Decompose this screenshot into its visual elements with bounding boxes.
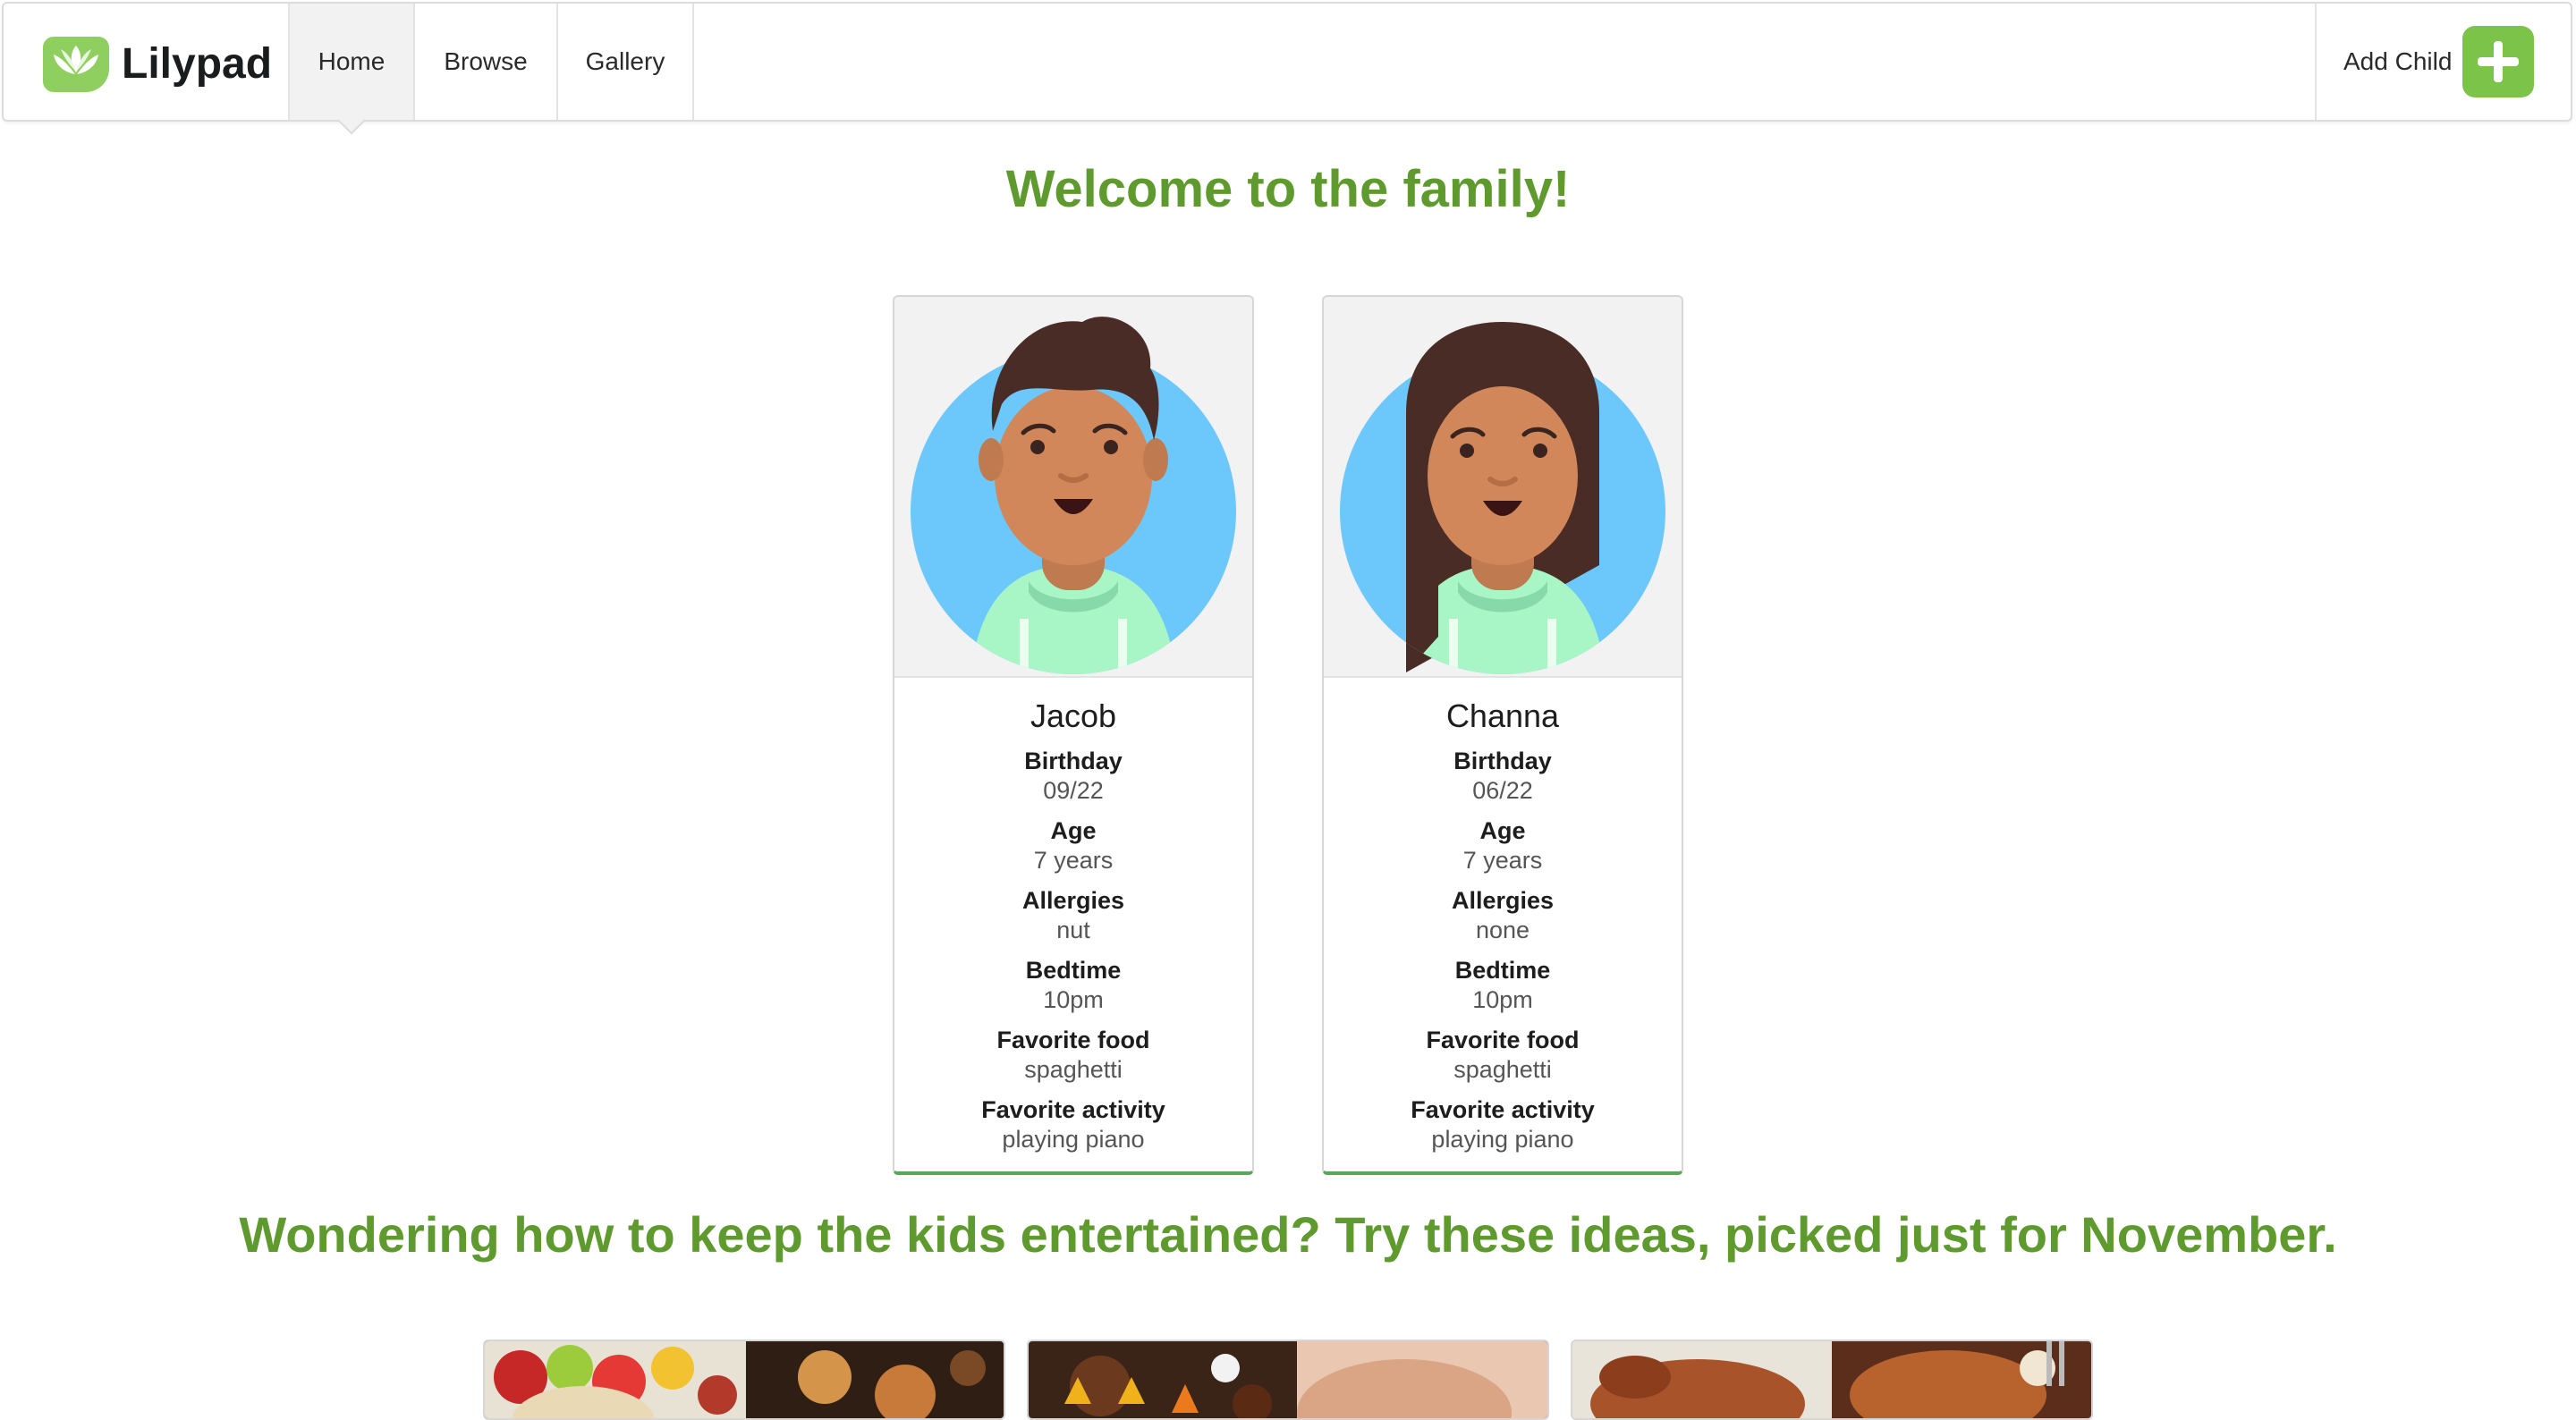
field-value: 10pm <box>1472 986 1533 1013</box>
field-label: Bedtime <box>1454 957 1551 984</box>
idea-thumbnail[interactable] <box>1571 1340 2093 1420</box>
nav-gallery-label: Gallery <box>585 47 665 75</box>
lotus-icon <box>43 37 109 92</box>
field-age: Age 7 years <box>894 816 1252 875</box>
field-age: Age 7 years <box>1324 816 1682 875</box>
child-card-channa[interactable]: Channa Birthday 06/22 Age 7 years Allerg… <box>1322 295 1683 1175</box>
field-allergies: Allergies none <box>1324 885 1682 944</box>
field-value: 7 years <box>1462 847 1543 874</box>
avatar <box>1324 297 1682 678</box>
field-label: Favorite activity <box>1411 1096 1595 1123</box>
field-label: Allergies <box>1021 887 1125 914</box>
field-label: Favorite food <box>1426 1027 1580 1053</box>
idea-thumbnail[interactable] <box>1027 1340 1549 1420</box>
boy-avatar-icon <box>911 317 1236 674</box>
field-label: Allergies <box>1451 887 1555 914</box>
field-birthday: Birthday 06/22 <box>1324 746 1682 805</box>
field-favorite-food: Favorite food spaghetti <box>1324 1025 1682 1084</box>
field-value: playing piano <box>1431 1126 1574 1153</box>
avatar <box>894 297 1252 678</box>
idea-thumbnail[interactable] <box>483 1340 1005 1420</box>
child-card-jacob[interactable]: Jacob Birthday 09/22 Age 7 years Allergi… <box>893 295 1254 1175</box>
field-value: playing piano <box>1002 1126 1145 1153</box>
nav-browse-label: Browse <box>444 47 528 75</box>
field-favorite-activity: Favorite activity playing piano <box>894 1095 1252 1154</box>
field-bedtime: Bedtime 10pm <box>894 955 1252 1014</box>
child-name: Jacob <box>1030 697 1117 734</box>
field-label: Age <box>1050 817 1097 844</box>
field-label: Birthday <box>1024 748 1123 774</box>
brand-logo-link[interactable]: Lilypad <box>41 30 272 97</box>
field-label: Favorite food <box>996 1027 1150 1053</box>
field-allergies: Allergies nut <box>894 885 1252 944</box>
plus-icon <box>2462 26 2535 97</box>
field-value: none <box>1475 917 1530 943</box>
field-bedtime: Bedtime 10pm <box>1324 955 1682 1014</box>
nav-gallery[interactable]: Gallery <box>556 4 694 120</box>
girl-avatar-icon <box>1340 322 1665 674</box>
field-value: 10pm <box>1043 986 1104 1013</box>
field-favorite-food: Favorite food spaghetti <box>894 1025 1252 1084</box>
field-label: Age <box>1479 817 1526 844</box>
field-value: spaghetti <box>1024 1056 1123 1083</box>
field-label: Bedtime <box>1025 957 1122 984</box>
field-birthday: Birthday 09/22 <box>894 746 1252 805</box>
field-value: nut <box>1056 917 1090 943</box>
nav-home[interactable]: Home <box>288 4 413 135</box>
field-favorite-activity: Favorite activity playing piano <box>1324 1095 1682 1154</box>
field-value: 7 years <box>1033 847 1114 874</box>
field-value: 09/22 <box>1043 777 1104 804</box>
ideas-heading: Wondering how to keep the kids entertain… <box>239 1206 2337 1263</box>
field-label: Birthday <box>1453 748 1552 774</box>
field-value: spaghetti <box>1453 1056 1552 1083</box>
brand-name: Lilypad <box>122 39 273 88</box>
welcome-heading: Welcome to the family! <box>1005 160 1571 218</box>
nav-home-label: Home <box>318 47 386 75</box>
autumn-treats-image <box>485 1341 1004 1418</box>
active-pointer <box>337 106 366 135</box>
top-navbar: Lilypad Home Browse Gallery Add Child <box>2 2 2572 135</box>
add-child-label: Add Child <box>2343 47 2453 75</box>
roast-turkey-image <box>1572 1341 2091 1418</box>
nav-browse[interactable]: Browse <box>413 4 556 120</box>
field-value: 06/22 <box>1472 777 1533 804</box>
field-label: Favorite activity <box>981 1096 1165 1123</box>
child-name: Channa <box>1445 697 1560 734</box>
add-child-button[interactable]: Add Child <box>2315 4 2571 120</box>
candy-turkey-image <box>1029 1341 1547 1418</box>
